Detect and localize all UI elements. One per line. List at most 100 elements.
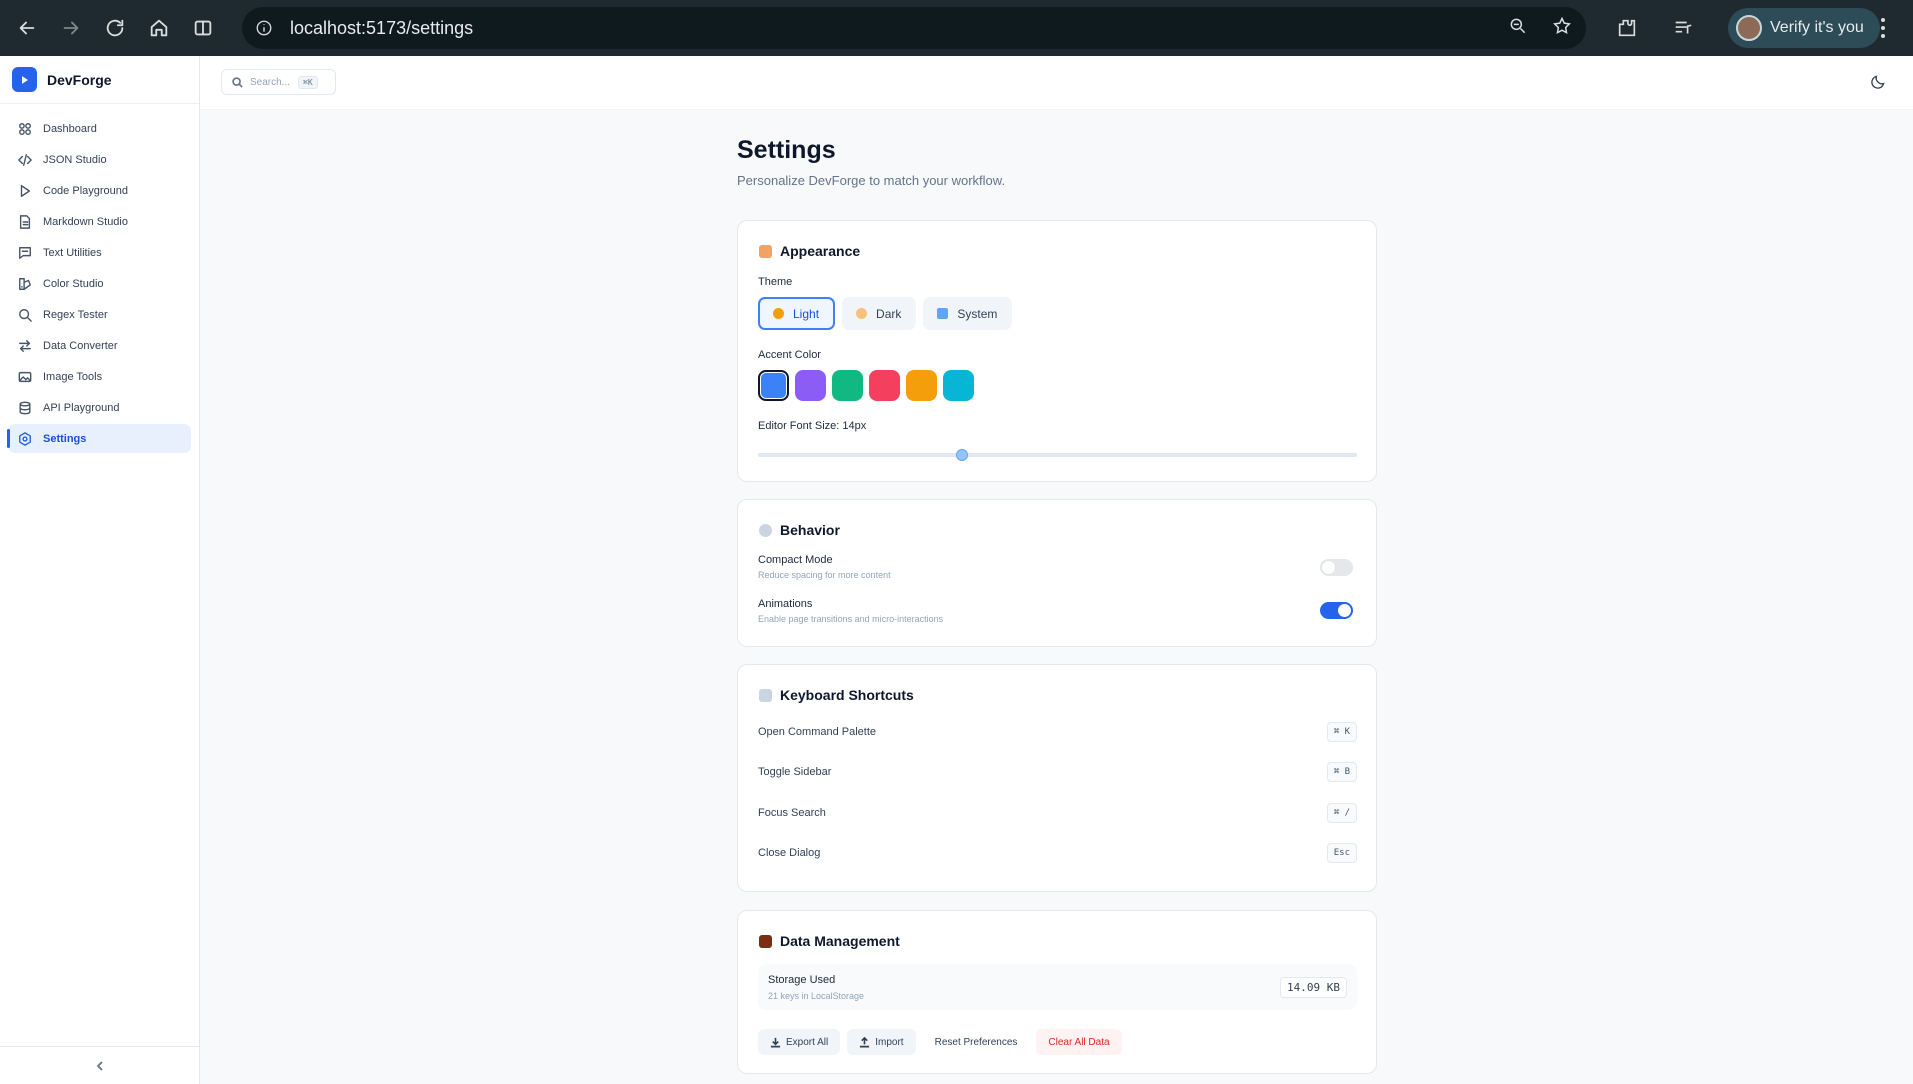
topbar: Search... ⌘K xyxy=(200,56,1913,110)
avatar xyxy=(1736,15,1762,41)
sidebar-item-label: Dashboard xyxy=(43,122,97,135)
theme-light-button[interactable]: Light xyxy=(758,297,836,330)
moon-icon xyxy=(1871,75,1885,89)
split-view-icon[interactable] xyxy=(186,11,220,45)
shortcut-label: Focus Search xyxy=(758,807,826,819)
sidebar-item-label: Data Converter xyxy=(43,339,118,352)
extensions-icon[interactable] xyxy=(1610,11,1644,45)
reload-icon[interactable] xyxy=(98,11,132,45)
shortcuts-title: Keyboard Shortcuts xyxy=(759,687,914,703)
accent-swatch[interactable] xyxy=(943,370,974,401)
site-info-icon[interactable] xyxy=(250,14,278,42)
storage-value: 14.09 KB xyxy=(1280,977,1347,998)
clear-all-data-button[interactable]: Clear All Data xyxy=(1036,1029,1122,1055)
sidebar-item-text-utilities[interactable]: Text Utilities xyxy=(8,238,191,267)
font-size-slider[interactable] xyxy=(758,449,1357,461)
page-subtitle: Personalize DevForge to match your workf… xyxy=(737,173,1006,188)
sidebar-item-data-converter[interactable]: Data Converter xyxy=(8,331,191,360)
compact-mode-desc: Reduce spacing for more content xyxy=(758,570,891,580)
sun-icon xyxy=(773,308,784,319)
import-button[interactable]: Import xyxy=(847,1029,916,1055)
sidebar-item-json-studio[interactable]: JSON Studio xyxy=(8,145,191,174)
sidebar-nav: Dashboard JSON Studio Code Playground Ma… xyxy=(0,104,199,453)
data-management-title: Data Management xyxy=(759,933,900,949)
forward-icon[interactable] xyxy=(54,11,88,45)
accent-swatch[interactable] xyxy=(906,370,937,401)
upload-icon xyxy=(860,1036,870,1047)
media-queue-icon[interactable] xyxy=(1666,11,1700,45)
sidebar-item-code-playground[interactable]: Code Playground xyxy=(8,176,191,205)
sidebar-item-api-playground[interactable]: API Playground xyxy=(8,393,191,422)
browser-menu-icon[interactable] xyxy=(1880,18,1886,40)
shortcut-keys: ⌘ B xyxy=(1326,762,1357,782)
arrows-exchange-icon xyxy=(19,339,31,352)
bookmark-star-icon[interactable] xyxy=(1552,16,1572,41)
accent-swatch[interactable] xyxy=(869,370,900,401)
data-actions: Export All Import Reset Preferences Clea… xyxy=(758,1029,1122,1055)
theme-toggle-button[interactable] xyxy=(1870,73,1890,93)
sidebar-item-color-studio[interactable]: Color Studio xyxy=(8,269,191,298)
accent-color-label: Accent Color xyxy=(758,349,821,361)
floppy-disk-icon xyxy=(759,934,772,948)
collapse-sidebar-button[interactable] xyxy=(0,1046,200,1084)
accent-swatch[interactable] xyxy=(832,370,863,401)
slider-thumb[interactable] xyxy=(955,449,968,461)
grid-icon xyxy=(19,122,31,135)
back-icon[interactable] xyxy=(10,11,44,45)
accent-swatch[interactable] xyxy=(795,370,826,401)
shortcut-label: Toggle Sidebar xyxy=(758,766,832,778)
shortcut-row: Open Command Palette ⌘ K xyxy=(758,721,1357,743)
storage-desc: 21 keys in LocalStorage xyxy=(768,991,865,1001)
profile-label: Verify it's you xyxy=(1770,19,1864,36)
search-placeholder: Search... xyxy=(250,76,291,88)
settings-page: Settings Personalize DevForge to match y… xyxy=(737,110,1377,1074)
profile-button[interactable]: Verify it's you xyxy=(1728,8,1880,48)
code-icon xyxy=(18,153,32,166)
theme-label: Theme xyxy=(758,276,793,288)
brand[interactable]: DevForge xyxy=(0,56,199,104)
sidebar-item-dashboard[interactable]: Dashboard xyxy=(8,114,191,143)
search-shortcut: ⌘K xyxy=(298,75,318,89)
behavior-card: Behavior Compact Mode Reduce spacing for… xyxy=(737,499,1377,647)
sidebar: DevForge Dashboard JSON Studio Code Play… xyxy=(0,56,200,1084)
sidebar-item-label: Settings xyxy=(43,432,87,445)
message-square-icon xyxy=(19,246,31,259)
play-icon xyxy=(20,184,31,197)
address-bar[interactable]: localhost:5173/settings xyxy=(242,7,1586,49)
font-size-label: Editor Font Size: 14px xyxy=(758,420,867,432)
sidebar-item-settings[interactable]: Settings xyxy=(7,424,191,453)
data-management-card: Data Management Storage Used 21 keys in … xyxy=(737,910,1377,1074)
database-icon xyxy=(19,401,31,414)
zoom-icon[interactable] xyxy=(1508,16,1528,41)
appearance-title: Appearance xyxy=(759,243,860,259)
appearance-card: Appearance Theme Light Dark System Accen… xyxy=(737,220,1377,482)
palette-icon xyxy=(19,277,31,290)
gear-icon xyxy=(759,523,772,537)
shortcut-row: Focus Search ⌘ / xyxy=(758,802,1357,824)
monitor-icon xyxy=(937,308,949,319)
storage-title: Storage Used xyxy=(768,974,836,986)
shortcut-keys: ⌘ K xyxy=(1326,722,1357,742)
sidebar-item-label: Text Utilities xyxy=(43,246,102,259)
shortcut-keys: ⌘ / xyxy=(1326,803,1357,823)
reset-preferences-button[interactable]: Reset Preferences xyxy=(923,1029,1030,1055)
sidebar-item-image-tools[interactable]: Image Tools xyxy=(8,362,191,391)
accent-swatch[interactable] xyxy=(758,370,789,401)
sidebar-item-regex-tester[interactable]: Regex Tester xyxy=(8,300,191,329)
search-input[interactable]: Search... ⌘K xyxy=(221,69,336,95)
shortcuts-card: Keyboard Shortcuts Open Command Palette … xyxy=(737,664,1377,892)
compact-mode-toggle[interactable] xyxy=(1320,559,1353,576)
theme-system-button[interactable]: System xyxy=(923,297,1013,330)
browser-toolbar: localhost:5173/settings Verify it's you xyxy=(0,0,1913,56)
page-title: Settings xyxy=(737,136,836,164)
animations-toggle[interactable] xyxy=(1320,602,1353,619)
sidebar-item-label: Color Studio xyxy=(43,277,104,290)
image-icon xyxy=(18,371,32,382)
moon-icon xyxy=(856,308,868,319)
shortcut-row: Toggle Sidebar ⌘ B xyxy=(758,761,1357,783)
url-text[interactable]: localhost:5173/settings xyxy=(290,18,473,39)
sidebar-item-markdown-studio[interactable]: Markdown Studio xyxy=(8,207,191,236)
export-all-button[interactable]: Export All xyxy=(758,1029,841,1055)
home-icon[interactable] xyxy=(142,11,176,45)
theme-dark-button[interactable]: Dark xyxy=(842,297,917,330)
